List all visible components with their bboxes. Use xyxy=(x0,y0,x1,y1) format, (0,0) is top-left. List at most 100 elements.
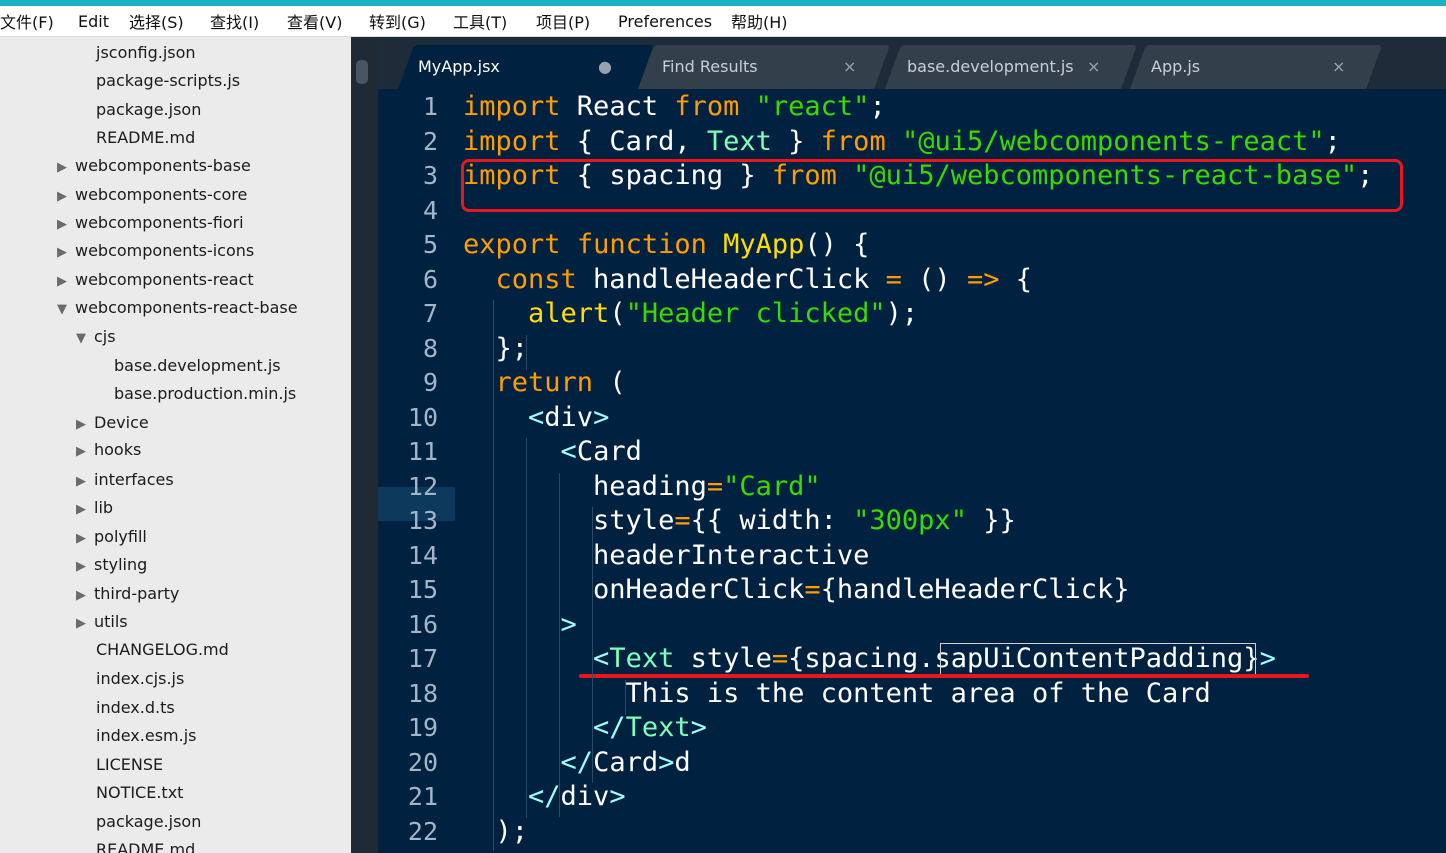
tree-file[interactable]: package.json xyxy=(96,96,201,124)
code-token: = xyxy=(804,574,821,605)
tree-folder[interactable]: ▶ Device xyxy=(76,409,149,437)
code-line[interactable]: </Text> xyxy=(463,711,707,745)
collapsed-arrow-icon[interactable]: ▶ xyxy=(57,154,75,182)
code-line[interactable]: </Card>d xyxy=(463,746,691,780)
menu-item-4[interactable]: 查看(V) xyxy=(287,9,342,33)
tree-folder[interactable]: ▶ webcomponents-fiori xyxy=(57,209,244,237)
tree-file[interactable]: README.md xyxy=(96,836,195,853)
tree-folder[interactable]: ▶ lib xyxy=(76,494,113,522)
menu-item-2[interactable]: 选择(S) xyxy=(129,9,184,33)
menu-item-7[interactable]: 项目(P) xyxy=(536,9,590,33)
code-line[interactable]: alert("Header clicked"); xyxy=(463,297,918,331)
collapsed-arrow-icon[interactable]: ▶ xyxy=(57,183,75,211)
line-number: 7 xyxy=(422,299,438,328)
tree-folder[interactable]: ▶ polyfill xyxy=(76,523,147,551)
tree-folder[interactable]: ▼ webcomponents-react-base xyxy=(57,294,298,322)
code-line[interactable]: </div> xyxy=(463,780,626,814)
tree-file[interactable]: LICENSE xyxy=(96,751,163,779)
unsaved-dot-icon[interactable]: ● xyxy=(598,45,612,89)
tree-file[interactable]: CHANGELOG.md xyxy=(96,636,229,664)
collapsed-arrow-icon[interactable]: ▶ xyxy=(57,211,75,239)
tree-folder[interactable]: ▶ hooks xyxy=(76,436,141,464)
tree-folder[interactable]: ▶ interfaces xyxy=(76,466,174,494)
code-line[interactable]: style={{ width: "300px" }} xyxy=(463,504,1016,538)
code-line[interactable]: import { Card, Text } from "@ui5/webcomp… xyxy=(463,125,1341,159)
code-token: ( xyxy=(609,298,626,329)
collapsed-arrow-icon[interactable]: ▶ xyxy=(76,468,94,496)
code-line[interactable]: const handleHeaderClick = () => { xyxy=(463,263,1032,297)
menu-item-0[interactable]: 文件(F) xyxy=(0,9,54,33)
menu-item-3[interactable]: 查找(I) xyxy=(210,9,259,33)
collapsed-arrow-icon[interactable]: ▶ xyxy=(76,496,94,524)
code-line[interactable]: <Card xyxy=(463,435,642,469)
collapsed-arrow-icon[interactable]: ▶ xyxy=(76,553,94,581)
code-editor[interactable]: MyApp.jsx ● Find Results × base.development.… xyxy=(378,37,1446,853)
menu-item-1[interactable]: Edit xyxy=(78,12,109,31)
code-line[interactable]: import React from "react"; xyxy=(463,90,886,124)
menu-item-6[interactable]: 工具(T) xyxy=(453,9,507,33)
tree-folder[interactable]: ▶ webcomponents-core xyxy=(57,181,247,209)
tree-file[interactable]: README.md xyxy=(96,124,195,152)
close-icon[interactable]: × xyxy=(1087,45,1100,89)
expanded-arrow-icon[interactable]: ▼ xyxy=(57,296,75,324)
menu-item-9[interactable]: 帮助(H) xyxy=(731,9,788,33)
tree-file[interactable]: index.esm.js xyxy=(96,722,197,750)
tree-file[interactable]: jsconfig.json xyxy=(96,39,196,67)
collapsed-arrow-icon[interactable]: ▶ xyxy=(57,268,75,296)
tree-item-label: hooks xyxy=(94,440,142,459)
tree-file[interactable]: package.json xyxy=(96,808,201,836)
tree-file[interactable]: base.development.js xyxy=(114,352,281,380)
collapsed-arrow-icon[interactable]: ▶ xyxy=(76,610,94,638)
collapsed-arrow-icon[interactable]: ▶ xyxy=(76,438,94,466)
code-token: function xyxy=(576,229,707,260)
tree-item-label: index.d.ts xyxy=(96,698,175,717)
menu-item-8[interactable]: Preferences xyxy=(618,12,712,31)
tree-folder[interactable]: ▶ webcomponents-icons xyxy=(57,237,254,265)
line-number: 10 xyxy=(407,402,438,432)
tree-folder[interactable]: ▶ webcomponents-base xyxy=(57,152,251,180)
code-line[interactable]: onHeaderClick={handleHeaderClick} xyxy=(463,573,1129,607)
code-line[interactable]: return ( xyxy=(463,366,626,400)
tab-label[interactable]: App.js xyxy=(1151,45,1200,89)
collapsed-arrow-icon[interactable]: ▶ xyxy=(76,411,94,439)
tree-item-label: base.production.min.js xyxy=(114,384,297,403)
annotation-underline-text-line xyxy=(579,674,1309,678)
sidebar-editor-divider[interactable] xyxy=(351,37,378,853)
tree-file[interactable]: index.d.ts xyxy=(96,694,175,722)
tree-folder[interactable]: ▶ styling xyxy=(76,551,147,579)
tab-label[interactable]: Find Results xyxy=(662,45,758,89)
line-number: 4 xyxy=(422,195,438,225)
code-line[interactable]: ); xyxy=(463,815,529,849)
minimap-scroll-thumb[interactable] xyxy=(356,60,368,84)
close-icon[interactable]: × xyxy=(1332,45,1345,89)
code-line[interactable]: heading="Card" xyxy=(463,470,821,504)
collapsed-arrow-icon[interactable]: ▶ xyxy=(76,582,94,610)
expanded-arrow-icon[interactable]: ▼ xyxy=(76,325,94,353)
close-icon[interactable]: × xyxy=(843,45,856,89)
tree-file[interactable]: NOTICE.txt xyxy=(96,779,183,807)
tree-folder[interactable]: ▼ cjs xyxy=(76,323,116,351)
tree-file[interactable]: package-scripts.js xyxy=(96,67,240,95)
tree-folder[interactable]: ▶ third-party xyxy=(76,580,179,608)
tree-item-label: webcomponents-core xyxy=(75,185,248,204)
tab-label[interactable]: MyApp.jsx xyxy=(418,45,500,89)
tab-label[interactable]: base.development.js xyxy=(907,45,1074,89)
code-token: } xyxy=(771,125,821,157)
collapsed-arrow-icon[interactable]: ▶ xyxy=(57,239,75,267)
menu-item-5[interactable]: 转到(G) xyxy=(369,9,426,33)
tree-file[interactable]: index.cjs.js xyxy=(96,665,184,693)
code-line[interactable]: export function MyApp() { xyxy=(463,228,869,262)
tree-file[interactable]: base.production.min.js xyxy=(114,380,296,408)
code-line[interactable]: }; xyxy=(463,332,529,366)
tree-folder[interactable]: ▶ utils xyxy=(76,608,128,636)
code-token: onHeaderClick xyxy=(463,574,805,605)
code-line[interactable]: headerInteractive xyxy=(463,539,869,573)
tree-folder[interactable]: ▶ webcomponents-react xyxy=(57,266,254,294)
code-line[interactable]: This is the content area of the Card xyxy=(463,677,1211,711)
code-token: alert xyxy=(528,298,610,329)
collapsed-arrow-icon[interactable]: ▶ xyxy=(76,525,94,553)
tree-item-label: README.md xyxy=(96,128,196,147)
code-line[interactable]: <div> xyxy=(463,401,609,435)
